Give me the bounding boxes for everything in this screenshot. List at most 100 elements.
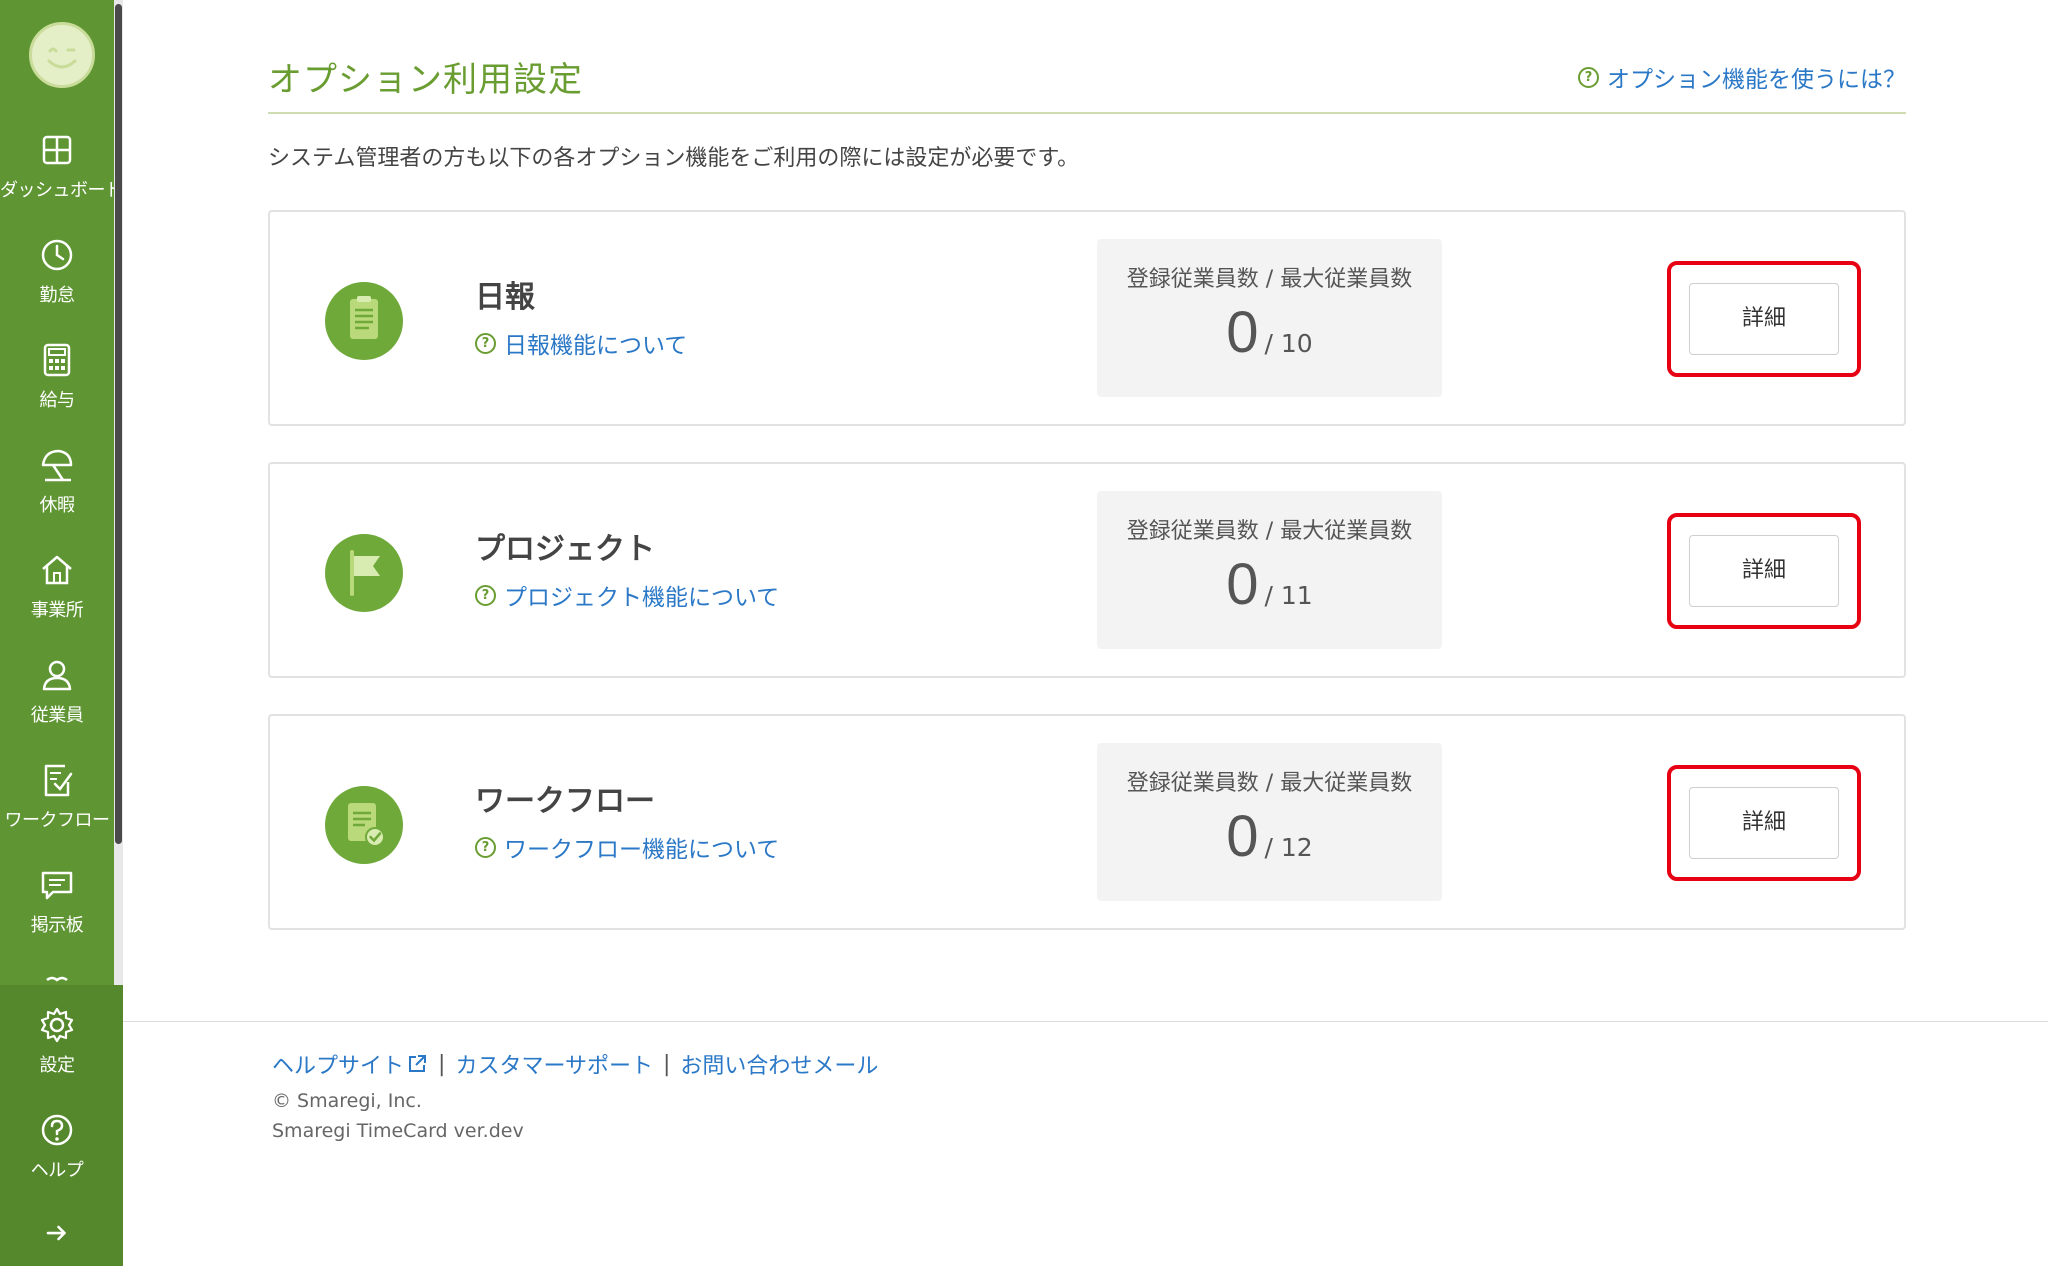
- option-about-link-text: ワークフロー機能について: [504, 837, 780, 863]
- sidebar-item-office[interactable]: 事業所: [0, 550, 114, 650]
- option-about-link[interactable]: ? 日報機能について: [475, 326, 687, 360]
- option-about-link-text: プロジェクト機能について: [504, 585, 780, 611]
- beach-umbrella-icon: [41, 449, 73, 482]
- max-count: / 11: [1264, 581, 1313, 610]
- sidebar-item-label: 設定: [39, 1055, 76, 1076]
- option-about-link-text: 日報機能について: [504, 333, 688, 359]
- version-text: Smaregi TimeCard ver.dev: [272, 1120, 524, 1142]
- sidebar-item-help[interactable]: ヘルプ: [0, 1110, 114, 1210]
- sidebar-item-payroll[interactable]: 給与: [0, 340, 114, 440]
- detail-highlight: 詳細: [1667, 513, 1861, 629]
- employee-count-label: 登録従業員数 / 最大従業員数: [1126, 519, 1413, 544]
- page-header: オプション利用設定 ? オプション機能を使うには？: [268, 52, 1906, 114]
- home-icon: [42, 555, 72, 585]
- sidebar-item-bulletin[interactable]: 掲示板: [0, 865, 114, 965]
- sidebar-item-label: 事業所: [30, 600, 84, 621]
- avatar[interactable]: [29, 22, 95, 88]
- max-count: / 12: [1264, 833, 1313, 862]
- sidebar-item-label: 休暇: [39, 495, 76, 516]
- option-card-daily-report: 日報 ? 日報機能について 登録従業員数 / 最大従業員数 0/ 10 詳細: [268, 210, 1906, 426]
- workflow-check-icon: [44, 764, 73, 797]
- external-link-icon: [409, 1055, 427, 1072]
- detail-button[interactable]: 詳細: [1689, 283, 1839, 355]
- calculator-icon: [43, 343, 71, 377]
- message-icon: [41, 871, 73, 900]
- employee-count-value: 0/ 10: [1097, 299, 1442, 366]
- clock-icon: [41, 239, 73, 271]
- detail-highlight: 詳細: [1667, 765, 1861, 881]
- employee-count-panel: 登録従業員数 / 最大従業員数 0/ 10: [1097, 239, 1442, 397]
- sidebar-bottom: 設定 ヘルプ: [0, 985, 123, 1266]
- sidebar-item-partial: [0, 968, 114, 985]
- sidebar-scroll-thumb[interactable]: [115, 4, 122, 844]
- sidebar-item-label: 従業員: [30, 705, 84, 726]
- option-about-link[interactable]: ? ワークフロー機能について: [475, 830, 779, 864]
- registered-count: 0: [1226, 804, 1259, 869]
- page-title: オプション利用設定: [268, 60, 583, 100]
- document-check-icon: [348, 803, 385, 847]
- intro-text: システム管理者の方も以下の各オプション機能をご利用の際には設定が必要です。: [268, 146, 1080, 171]
- option-badge: [325, 534, 403, 612]
- option-badge: [325, 786, 403, 864]
- footer-links: ヘルプサイト | カスタマーサポート | お問い合わせメール: [272, 1048, 878, 1080]
- sidebar-item-label: ワークフロー: [4, 810, 111, 831]
- smiley-icon: [47, 47, 77, 69]
- sidebar: ダッシュボード 勤怠 給与 休暇 事業所 従業員 ワークフロー 掲示板 設定 ヘ…: [0, 0, 123, 1266]
- sidebar-item-label: 勤怠: [39, 285, 76, 306]
- sidebar-nav: ダッシュボード 勤怠 給与 休暇 事業所 従業員 ワークフロー 掲示板: [0, 0, 114, 985]
- employee-count-panel: 登録従業員数 / 最大従業員数 0/ 12: [1097, 743, 1442, 901]
- question-icon: ?: [1578, 66, 1599, 88]
- footer-separator: |: [663, 1051, 671, 1077]
- footer-divider: [123, 1021, 2048, 1022]
- option-help-link-text: オプション機能を使うには？: [1607, 67, 1906, 93]
- sidebar-item-label: 給与: [39, 390, 76, 411]
- max-count: / 10: [1264, 329, 1313, 358]
- sidebar-item-label: ダッシュボード: [0, 180, 114, 201]
- registered-count: 0: [1226, 300, 1259, 365]
- employee-count-value: 0/ 12: [1097, 803, 1442, 870]
- sidebar-item-attendance[interactable]: 勤怠: [0, 235, 114, 335]
- option-name: 日報: [475, 280, 535, 315]
- clipboard-icon: [350, 296, 378, 339]
- copyright: © Smaregi, Inc.: [272, 1090, 422, 1112]
- detail-button[interactable]: 詳細: [1689, 787, 1839, 859]
- option-name: ワークフロー: [475, 784, 655, 819]
- employee-count-panel: 登録従業員数 / 最大従業員数 0/ 11: [1097, 491, 1442, 649]
- partial-icon: [46, 976, 68, 982]
- employee-count-label: 登録従業員数 / 最大従業員数: [1126, 267, 1413, 292]
- sidebar-item-label: 掲示板: [30, 915, 84, 936]
- help-site-link[interactable]: ヘルプサイト: [272, 1048, 428, 1080]
- sidebar-item-label: ヘルプ: [30, 1160, 84, 1181]
- footer-separator: |: [438, 1051, 446, 1077]
- question-icon: ?: [475, 332, 496, 354]
- option-help-link[interactable]: ? オプション機能を使うには？: [1578, 60, 1906, 94]
- option-card-project: プロジェクト ? プロジェクト機能について 登録従業員数 / 最大従業員数 0/…: [268, 462, 1906, 678]
- person-icon: [42, 660, 72, 691]
- detail-highlight: 詳細: [1667, 261, 1861, 377]
- option-about-link[interactable]: ? プロジェクト機能について: [475, 578, 779, 612]
- option-card-workflow: ワークフロー ? ワークフロー機能について 登録従業員数 / 最大従業員数 0/…: [268, 714, 1906, 930]
- gear-icon: [40, 1007, 74, 1043]
- employee-count-value: 0/ 11: [1097, 551, 1442, 618]
- question-icon: ?: [475, 836, 496, 858]
- option-name: プロジェクト: [475, 532, 655, 567]
- sidebar-item-workflow[interactable]: ワークフロー: [0, 760, 114, 860]
- main-content: オプション利用設定 ? オプション機能を使うには？ システム管理者の方も以下の各…: [123, 0, 2048, 1266]
- question-icon: ?: [475, 584, 496, 606]
- registered-count: 0: [1226, 552, 1259, 617]
- sidebar-item-settings[interactable]: 設定: [0, 1005, 114, 1105]
- dashboard-icon: [42, 135, 72, 165]
- flag-icon: [350, 550, 380, 596]
- detail-button[interactable]: 詳細: [1689, 535, 1839, 607]
- sidebar-expand-button[interactable]: [0, 1218, 114, 1258]
- option-badge: [325, 282, 403, 360]
- sidebar-item-dashboard[interactable]: ダッシュボード: [0, 130, 114, 230]
- customer-support-link[interactable]: カスタマーサポート: [455, 1048, 653, 1080]
- sidebar-item-leave[interactable]: 休暇: [0, 445, 114, 545]
- help-site-link-text: ヘルプサイト: [272, 1054, 405, 1079]
- help-icon: [41, 1114, 73, 1146]
- arrow-right-icon: [46, 1225, 66, 1241]
- employee-count-label: 登録従業員数 / 最大従業員数: [1126, 771, 1413, 796]
- sidebar-item-employees[interactable]: 従業員: [0, 655, 114, 755]
- contact-mail-link[interactable]: お問い合わせメール: [680, 1048, 878, 1080]
